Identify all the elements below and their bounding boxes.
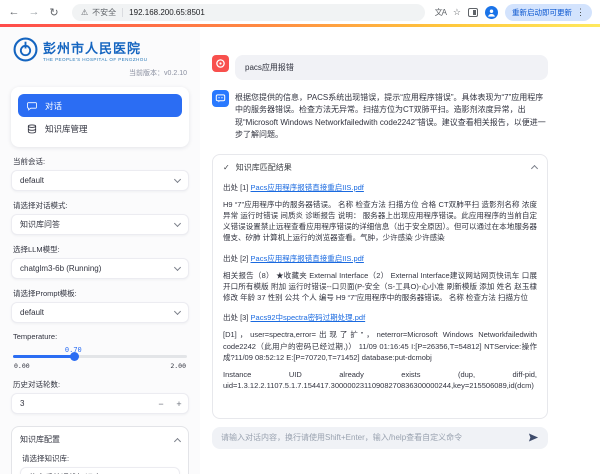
session-select-value: default (20, 176, 175, 185)
dialogue-mode-select[interactable]: 知识库问答 (11, 214, 189, 235)
url-text[interactable]: 192.168.200.65:8501 (129, 8, 205, 17)
database-icon (27, 124, 37, 134)
chevron-down-icon (174, 175, 181, 182)
chevron-down-icon (174, 263, 181, 270)
kb-config-expander: 知识库配置 请选择知识库: 信息系统运维知识库 匹配知识条数: (11, 426, 189, 474)
chrome-update-button[interactable]: 重新启动即可更新 ⋮ (505, 4, 592, 21)
history-rounds-value: 3 (12, 399, 152, 408)
session-label: 当前会话: (13, 156, 187, 167)
profile-avatar[interactable] (485, 6, 498, 19)
hospital-logo-block: 彭州市人民医院 THE PEOPLE'S HOSPITAL OF PENGZHO… (13, 37, 189, 62)
browser-toolbar: ← → ↻ ⚠ 不安全 192.168.200.65:8501 文A ☆ 重新启… (0, 0, 600, 24)
browser-menu-icon[interactable]: ⋮ (576, 7, 585, 18)
prompt-template-value: default (20, 308, 175, 317)
chat-area: pacs应用报错 根据您提供的信息，PACS系统出现错误，提示“应用程序错误”。… (200, 27, 600, 474)
source-line: 出处 [3] Pacs92中spectra密码过期处理.pdf (223, 312, 537, 323)
version-label: 当前版本： (129, 70, 164, 77)
chat-input-bar (212, 427, 548, 449)
temperature-max: 2.00 (170, 362, 186, 370)
translate-icon[interactable]: 文A (435, 7, 446, 18)
chat-icon (27, 101, 37, 111)
slider-fill (13, 355, 74, 358)
nav-menu: 对话 知识库管理 (11, 87, 189, 147)
prompt-template-select[interactable]: default (11, 302, 189, 323)
temperature-min: 0.00 (14, 362, 30, 370)
send-button[interactable] (528, 432, 539, 443)
temperature-slider[interactable]: 0.70 0.00 2.00 (13, 355, 187, 370)
kb-config-header[interactable]: 知识库配置 (20, 434, 180, 445)
slider-handle[interactable] (70, 352, 79, 361)
llm-model-value: chatglm3-6b (Running) (20, 264, 175, 273)
match-snippet: 相关报告（8） ★收藏夹 External Interface（2） Exter… (223, 270, 537, 304)
source-line: 出处 [1] Pacs应用程序报错直接重启IIS.pdf (223, 182, 537, 193)
kb-match-results-title: 知识库匹配结果 (236, 162, 526, 173)
history-rounds-label: 历史对话轮数: (13, 379, 187, 390)
match-snippet: [D1]，user=spectra,error=出现了扩”，neterror=M… (223, 329, 537, 363)
assistant-message-row: 根据您提供的信息，PACS系统出现错误，提示“应用程序错误”。具体表现为“7”应… (212, 90, 548, 142)
kb-match-results-expander: ✓ 知识库匹配结果 出处 [1] Pacs应用程序报错直接重启IIS.pdf H… (212, 154, 548, 419)
person-icon (487, 8, 496, 17)
match-snippet: Instance UID already exists (dup, diff-p… (223, 369, 537, 392)
decrement-button[interactable]: − (152, 399, 170, 409)
version-text: 当前版本：v0.2.10 (11, 68, 187, 78)
chevron-up-icon (531, 165, 538, 172)
source-prefix: 出处 [3] (223, 313, 248, 322)
update-button-label: 重新启动即可更新 (512, 7, 572, 18)
session-select[interactable]: default (11, 170, 189, 191)
reload-icon[interactable]: ↻ (46, 4, 62, 20)
bookmark-star-icon[interactable]: ☆ (453, 7, 461, 18)
kb-select-label: 请选择知识库: (22, 453, 178, 464)
llm-model-label: 选择LLM模型: (13, 244, 187, 255)
prompt-template-label: 请选择Prompt模板: (13, 288, 187, 299)
assistant-message: 根据您提供的信息，PACS系统出现错误，提示“应用程序错误”。具体表现为“7”应… (235, 90, 548, 142)
slider-track[interactable] (13, 355, 187, 358)
address-divider (122, 8, 123, 17)
source-line: 出处 [2] Pacs应用程序报错直接重启IIS.pdf (223, 253, 537, 264)
assistant-avatar (212, 90, 229, 107)
send-icon (528, 432, 539, 443)
sidebar: 彭州市人民医院 THE PEOPLE'S HOSPITAL OF PENGZHO… (0, 27, 200, 474)
source-document-link[interactable]: Pacs应用程序报错直接重启IIS.pdf (251, 254, 364, 263)
forward-icon[interactable]: → (26, 4, 42, 20)
back-icon[interactable]: ← (6, 4, 22, 20)
hospital-name: 彭州市人民医院 (43, 38, 147, 57)
nav-item-dialogue[interactable]: 对话 (18, 94, 182, 117)
user-icon (215, 58, 226, 69)
kb-select[interactable]: 信息系统运维知识库 (20, 467, 180, 474)
increment-button[interactable]: + (170, 399, 188, 409)
address-bar[interactable]: ⚠ 不安全 192.168.200.65:8501 (72, 4, 425, 21)
nav-item-knowledge-base[interactable]: 知识库管理 (18, 117, 182, 140)
check-icon: ✓ (223, 163, 230, 172)
chat-bubble-icon (215, 93, 226, 104)
source-prefix: 出处 [2] (223, 254, 248, 263)
hospital-logo-icon (13, 37, 38, 62)
not-secure-warning-icon: ⚠ (81, 8, 88, 17)
chevron-down-icon (174, 219, 181, 226)
dialogue-mode-label: 请选择对话模式: (13, 200, 187, 211)
nav-item-label: 知识库管理 (45, 123, 88, 135)
source-prefix: 出处 [1] (223, 183, 248, 192)
chevron-up-icon (174, 437, 181, 444)
version-value: v0.2.10 (164, 70, 187, 77)
browser-window: ← → ↻ ⚠ 不安全 192.168.200.65:8501 文A ☆ 重新启… (0, 0, 600, 474)
source-document-link[interactable]: Pacs应用程序报错直接重启IIS.pdf (251, 183, 364, 192)
match-snippet: H9 “7”应用程序中的服务器错误。 名称 检查方法 扫描方位 合格 CT双肺平… (223, 199, 537, 244)
hospital-name-english: THE PEOPLE'S HOSPITAL OF PENGZHOU (43, 57, 147, 62)
chat-input[interactable] (221, 433, 522, 442)
dialogue-mode-value: 知识库问答 (20, 219, 175, 230)
user-message: pacs应用报错 (235, 55, 548, 80)
temperature-label: Temperature: (13, 332, 187, 341)
nav-item-label: 对话 (45, 100, 62, 112)
user-avatar (212, 55, 229, 72)
toolbar-right: 文A ☆ 重新启动即可更新 ⋮ (435, 4, 594, 21)
kb-match-results-header[interactable]: ✓ 知识库匹配结果 (223, 162, 537, 173)
side-panel-icon[interactable] (468, 8, 478, 17)
source-document-link[interactable]: Pacs92中spectra密码过期处理.pdf (251, 313, 366, 322)
llm-model-select[interactable]: chatglm3-6b (Running) (11, 258, 189, 279)
kb-config-label: 知识库配置 (20, 434, 175, 445)
security-label[interactable]: 不安全 (92, 7, 116, 18)
history-rounds-input[interactable]: 3 − + (11, 393, 189, 414)
user-message-row: pacs应用报错 (212, 55, 548, 80)
chevron-down-icon (174, 307, 181, 314)
